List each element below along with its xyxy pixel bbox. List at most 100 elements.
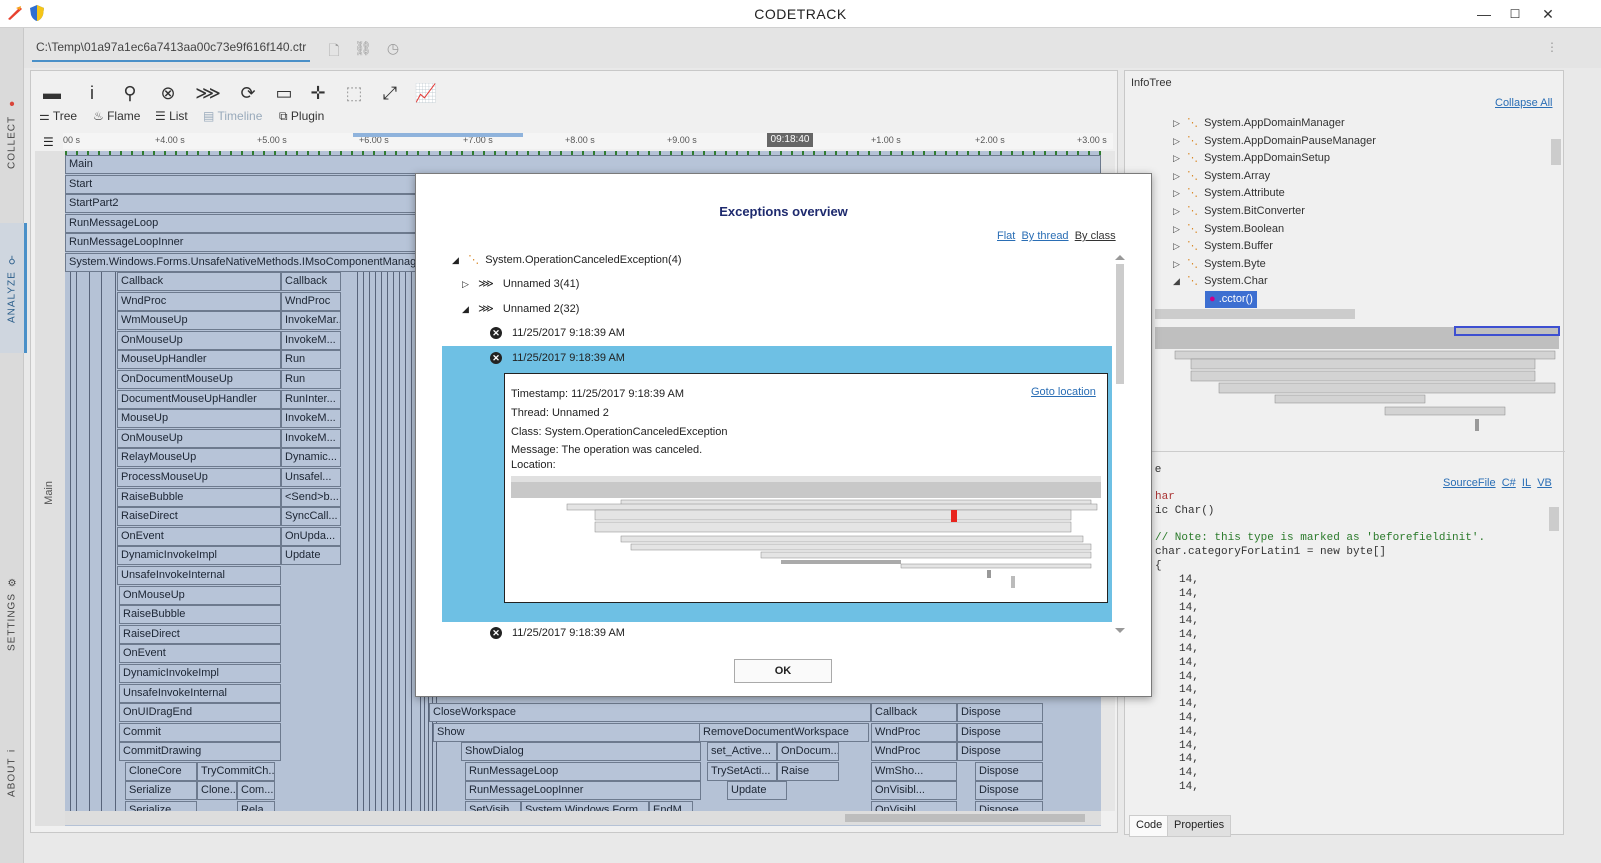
tree-node[interactable]: ◢ ⋱ System.Char <box>1173 273 1268 290</box>
goto-location-link[interactable]: Goto location <box>1031 386 1096 398</box>
flame-frame[interactable]: OnMouseUp <box>117 428 281 448</box>
location-minimap[interactable] <box>511 476 1101 591</box>
thread-node[interactable]: ◢ ⋙ Unnamed 2(32) <box>462 301 579 317</box>
flame-frame[interactable]: RaiseBubble <box>119 605 281 625</box>
maximize-button[interactable]: ☐ <box>1503 4 1527 24</box>
flame-frame[interactable]: CloseWorkspace <box>429 703 871 722</box>
selected-exception-entry[interactable]: ✕ 11/25/2017 9:18:39 AM Timestamp: 11/25/… <box>442 346 1112 622</box>
flame-frame[interactable]: ProcessMouseUp <box>117 468 281 487</box>
time-ruler[interactable]: 00 s +4.00 s +5.00 s +6.00 s +7.00 s +8.… <box>63 133 1113 149</box>
flame-frame[interactable]: TrySetActi... <box>707 762 777 781</box>
flame-frame[interactable]: Callback <box>871 703 957 722</box>
tree-hscroll-thumb[interactable] <box>1155 309 1355 319</box>
nav-collect[interactable]: COLLECT ● <box>0 78 24 188</box>
exception-entry[interactable]: ✕ 11/25/2017 9:18:39 AM <box>490 325 625 341</box>
flame-frame[interactable]: Run <box>281 370 341 389</box>
flame-frame[interactable]: TryCommitCh... <box>197 762 275 781</box>
flame-frame[interactable]: DynamicInvokeImpl <box>119 664 281 683</box>
nav-about[interactable]: ABOUT i <box>0 728 24 818</box>
by-thread-filter-link[interactable]: By thread <box>1021 230 1068 242</box>
mini-flame-graph[interactable] <box>1155 325 1561 445</box>
flame-frame[interactable]: Dynamic... <box>281 448 341 468</box>
document-tab[interactable]: C:\Temp\01a97a1ec6a7413aa00c73e9f616f140… <box>32 40 311 62</box>
flame-frame[interactable]: CloneCore <box>125 762 197 781</box>
range-selection[interactable] <box>353 133 523 137</box>
code-bottom-tab[interactable]: Code <box>1129 815 1170 837</box>
tree-node[interactable]: ▷ ⋱ System.AppDomainManager <box>1173 115 1345 132</box>
flame-frame[interactable]: MouseUpHandler <box>117 350 281 370</box>
exception-class-node[interactable]: ◢ ⋱ System.OperationCanceledException(4) <box>452 252 681 268</box>
hamburger-icon[interactable]: ☰ <box>43 135 54 149</box>
tree-scroll-thumb[interactable] <box>1551 139 1561 165</box>
flame-frame[interactable]: MouseUp <box>117 409 281 429</box>
flame-frame[interactable]: Run <box>281 350 341 370</box>
view-tree-button[interactable]: ⚌ Tree <box>39 107 77 125</box>
flame-frame[interactable]: RunMessageLoop <box>465 762 701 781</box>
view-plugin-button[interactable]: ⧉ Plugin <box>279 107 324 125</box>
flame-frame[interactable]: RunInter... <box>281 389 341 409</box>
flame-frame[interactable]: Callback <box>281 272 341 291</box>
flame-frame[interactable]: Callback <box>117 272 281 291</box>
flame-frame[interactable]: Raise <box>777 762 839 781</box>
tree-node[interactable]: ▷ ⋱ System.BitConverter <box>1173 203 1305 220</box>
horizontal-scrollbar[interactable] <box>65 811 1101 825</box>
flame-frame[interactable]: CommitDrawing <box>119 742 281 762</box>
tree-node[interactable]: ▷ ⋱ System.Boolean <box>1173 221 1284 238</box>
flame-frame[interactable]: WmMouseUp <box>117 311 281 331</box>
flame-frame[interactable]: UnsafeInvokeInternal <box>119 683 281 703</box>
folder-icon[interactable]: ▬ <box>39 81 65 105</box>
dialog-scrollbar[interactable] <box>1114 254 1126 634</box>
flame-frame[interactable]: Com... <box>237 781 275 800</box>
tree-node[interactable]: ▷ ⋱ System.Attribute <box>1173 185 1285 202</box>
view-flame-button[interactable]: ♨ Flame <box>93 107 140 125</box>
tree-node-selected[interactable]: ● .cctor() <box>1205 291 1257 308</box>
tree-node[interactable]: ▷ ⋱ System.Buffer <box>1173 238 1273 255</box>
flame-frame[interactable]: Clone... <box>197 781 237 800</box>
flame-frame[interactable]: UnsafeInvokeInternal <box>117 566 281 585</box>
properties-bottom-tab[interactable]: Properties <box>1167 815 1232 837</box>
flame-frame[interactable]: InvokeM... <box>281 428 341 448</box>
selection-icon[interactable]: ⬚ <box>341 81 367 105</box>
flame-frame[interactable]: OnMouseUp <box>117 330 281 350</box>
layout-icon[interactable]: ▭ <box>271 81 297 105</box>
flame-frame[interactable]: OnEvent <box>119 644 281 664</box>
fit-icon[interactable]: ⤢ <box>377 81 403 105</box>
flame-frame[interactable]: DynamicInvokeImpl <box>117 546 281 566</box>
exception-entry[interactable]: ✕ 11/25/2017 9:18:39 AM <box>490 625 625 641</box>
thread-node[interactable]: ▷ ⋙ Unnamed 3(41) <box>462 276 579 292</box>
flame-frame[interactable]: RemoveDocumentWorkspace <box>699 723 869 742</box>
flame-frame[interactable]: Update <box>281 546 341 566</box>
flame-frame[interactable]: Main <box>65 155 1101 174</box>
view-timeline-button[interactable]: ▤ Timeline <box>203 107 262 125</box>
flame-frame[interactable]: RaiseDirect <box>117 507 281 527</box>
overflow-menu-icon[interactable]: ⋮ <box>1546 40 1558 54</box>
sourcefile-tab[interactable]: SourceFile <box>1443 477 1496 489</box>
flame-frame[interactable]: OnUpda... <box>281 526 341 546</box>
tree-node[interactable]: ▷ ⋱ System.Byte <box>1173 256 1266 273</box>
close-button[interactable]: ✕ <box>1536 4 1560 24</box>
flame-frame[interactable]: ShowDialog <box>461 742 701 761</box>
csharp-tab[interactable]: C# <box>1502 477 1516 489</box>
flame-frame[interactable]: Dispose <box>957 742 1043 761</box>
flame-frame[interactable]: OnMouseUp <box>119 585 281 605</box>
collapse-all-link[interactable]: Collapse All <box>1495 97 1552 109</box>
link-icon[interactable]: ⛓ <box>354 40 372 58</box>
scroll-thumb[interactable] <box>845 814 1085 822</box>
ok-button[interactable]: OK <box>734 659 832 683</box>
nav-settings[interactable]: SETTINGS ⚙ <box>0 558 24 668</box>
minimize-button[interactable]: — <box>1472 4 1496 24</box>
flame-frame[interactable]: set_Active... <box>707 742 777 761</box>
view-list-button[interactable]: ☰ List <box>155 107 188 125</box>
flame-frame[interactable]: InvokeM... <box>281 330 341 350</box>
tree-node[interactable]: ▷ ⋱ System.AppDomainSetup <box>1173 150 1330 167</box>
flat-filter-link[interactable]: Flat <box>997 230 1015 242</box>
flame-frame[interactable]: Dispose <box>975 762 1043 781</box>
search-icon[interactable]: ⚲ <box>117 81 143 105</box>
move-icon[interactable]: ✛ <box>305 81 331 105</box>
nav-analyze[interactable]: ANALYZE ⚲ <box>0 223 27 353</box>
code-scroll-thumb[interactable] <box>1549 507 1559 531</box>
flame-frame[interactable]: Dispose <box>957 703 1043 722</box>
flame-frame[interactable]: InvokeM... <box>281 409 341 429</box>
flame-frame[interactable]: OnDocumentMouseUp <box>117 370 281 389</box>
flame-frame[interactable]: WndProc <box>871 742 957 761</box>
